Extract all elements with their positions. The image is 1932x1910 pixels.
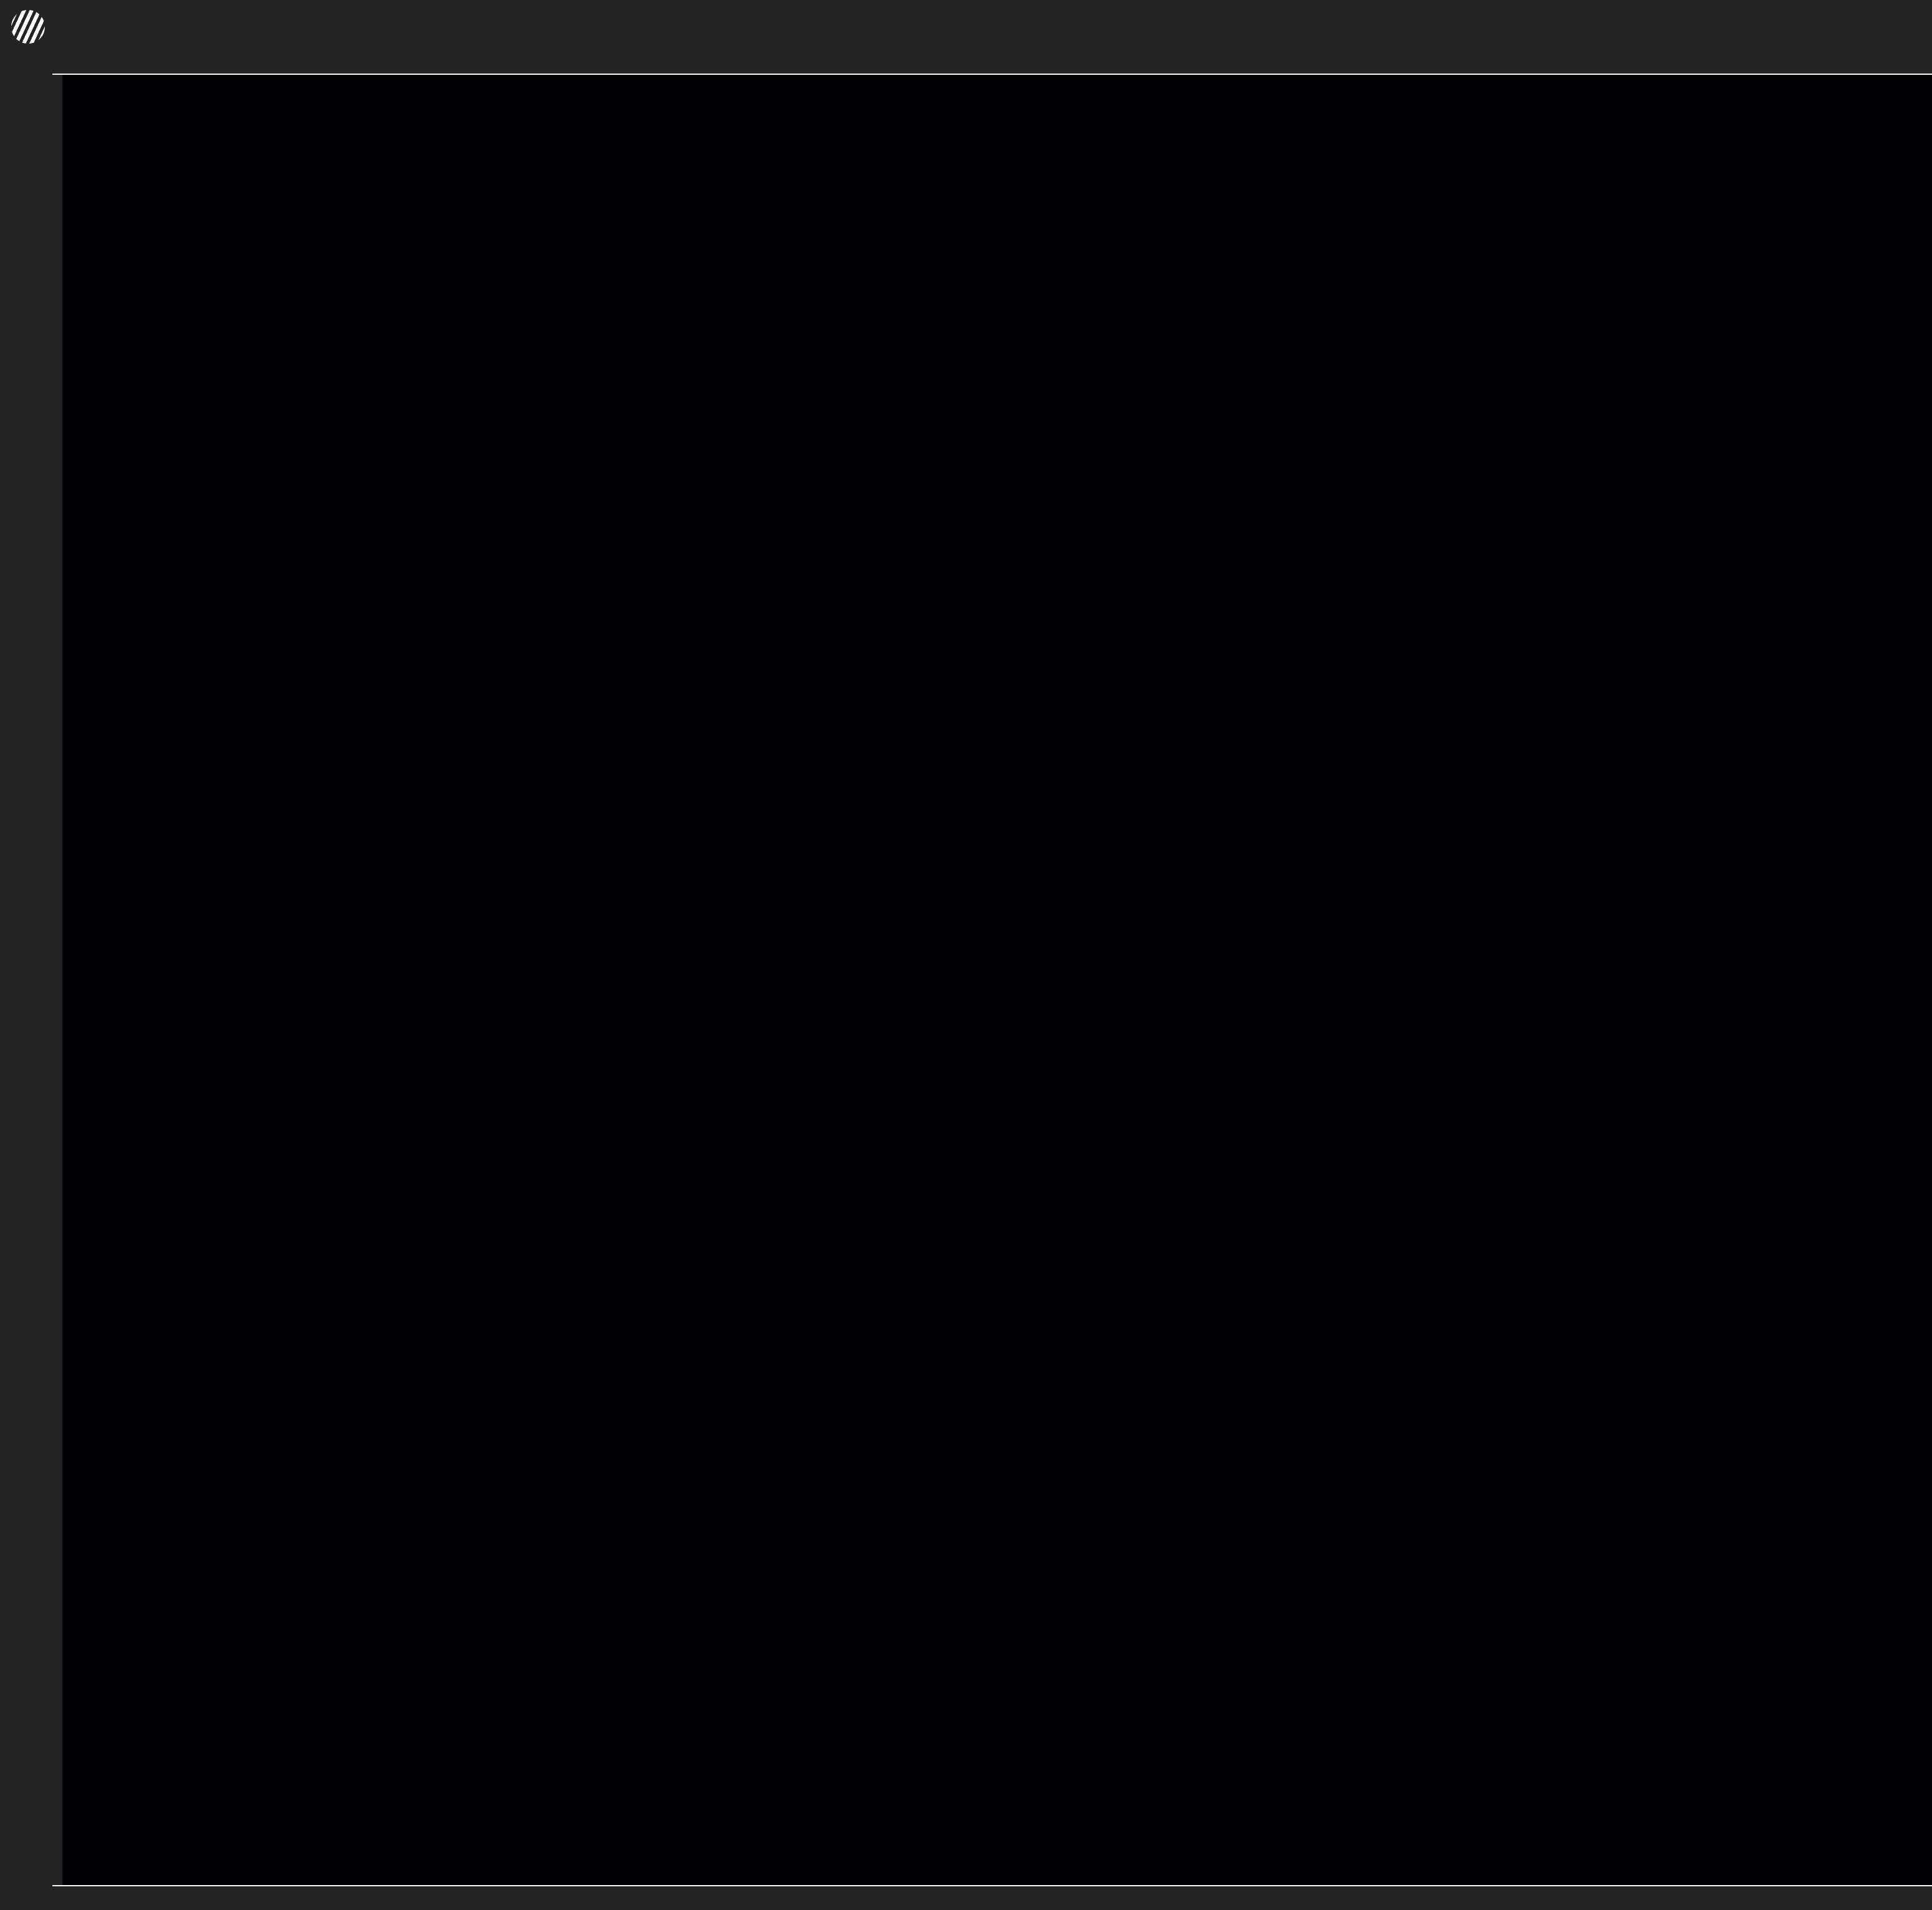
spectrogram-canvas	[62, 75, 1932, 1886]
spectrogram-plot-area	[62, 75, 1932, 1886]
gfz-logo-icon	[11, 10, 45, 44]
gfz-logo	[11, 10, 59, 44]
footer-bar	[0, 1889, 1932, 1910]
plot-bottom-border	[52, 1885, 1932, 1886]
colorbar-gradient	[530, 10, 1464, 24]
spectrogram-page	[0, 0, 1932, 1910]
plot-top-border	[52, 74, 1932, 75]
